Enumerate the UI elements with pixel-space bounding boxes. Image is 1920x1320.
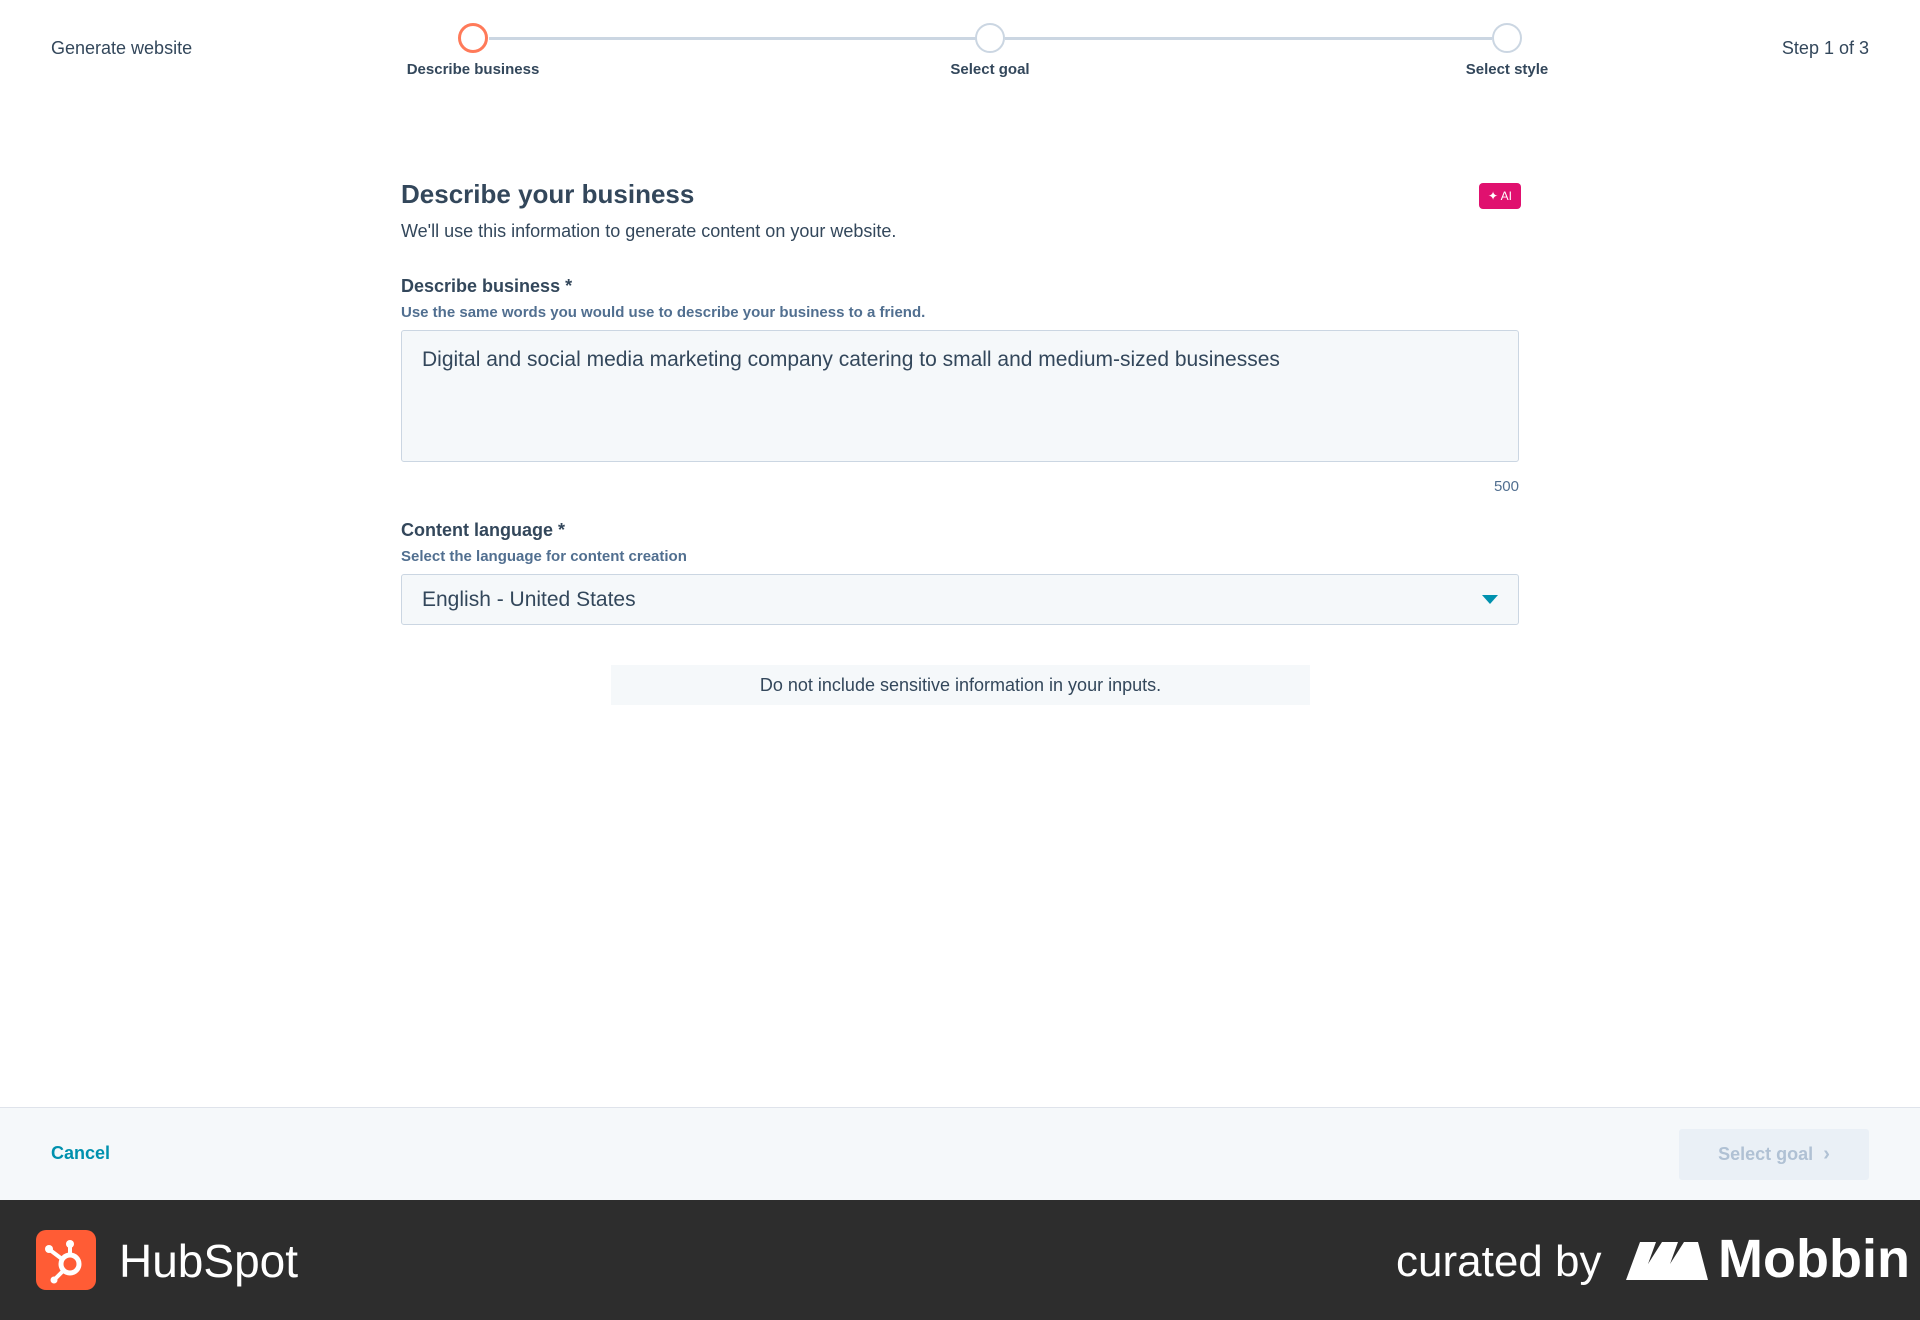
cancel-button[interactable]: Cancel — [51, 1143, 110, 1164]
chevron-right-icon: › — [1823, 1143, 1830, 1165]
select-goal-button[interactable]: Select goal › — [1679, 1129, 1869, 1180]
content-language-select[interactable]: English - United States — [401, 574, 1519, 625]
step-2-indicator — [975, 23, 1005, 53]
character-count: 500 — [1493, 478, 1519, 495]
content-language-value: English - United States — [422, 588, 636, 611]
step-counter: Step 1 of 3 — [1781, 38, 1869, 58]
step-3-label: Select style — [1465, 61, 1549, 78]
business-description-textarea[interactable]: Digital and social media marketing compa… — [401, 330, 1519, 462]
form-title: Describe your business — [401, 179, 695, 209]
progress-stepper: Describe business Select goal Select sty… — [0, 0, 1920, 100]
mobbin-logo-icon — [1626, 1238, 1708, 1280]
sensitive-info-notice: Do not include sensitive information in … — [611, 665, 1310, 705]
caret-down-icon — [1482, 595, 1498, 604]
step-1-label: Describe business — [406, 61, 540, 78]
content-language-help: Select the language for content creation — [401, 548, 687, 565]
form-subtitle: We'll use this information to generate c… — [401, 221, 897, 241]
content-language-label: Content language * — [401, 520, 566, 540]
hubspot-logo-icon — [36, 1230, 96, 1290]
step-3-indicator — [1492, 23, 1522, 53]
wizard-header: Generate website Describe business Selec… — [0, 0, 1920, 100]
business-description-label: Describe business * — [401, 276, 573, 296]
business-description-help: Use the same words you would use to desc… — [401, 304, 926, 321]
stepper-connector — [489, 37, 976, 40]
curated-by-text: curated by — [1396, 1237, 1602, 1286]
mobbin-wordmark: Mobbin — [1718, 1229, 1910, 1289]
describe-business-form: Describe your business ✦ AI We'll use th… — [401, 170, 1521, 705]
wizard-footer: Cancel Select goal › — [0, 1107, 1920, 1200]
step-1-indicator — [458, 23, 488, 53]
branding-bar: HubSpot curated by Mobbin — [0, 1200, 1920, 1320]
stepper-connector — [1005, 37, 1492, 40]
ai-badge: ✦ AI — [1479, 183, 1521, 209]
hubspot-wordmark: HubSpot — [119, 1235, 299, 1287]
select-goal-label: Select goal — [1718, 1144, 1814, 1164]
step-2-label: Select goal — [950, 61, 1030, 78]
